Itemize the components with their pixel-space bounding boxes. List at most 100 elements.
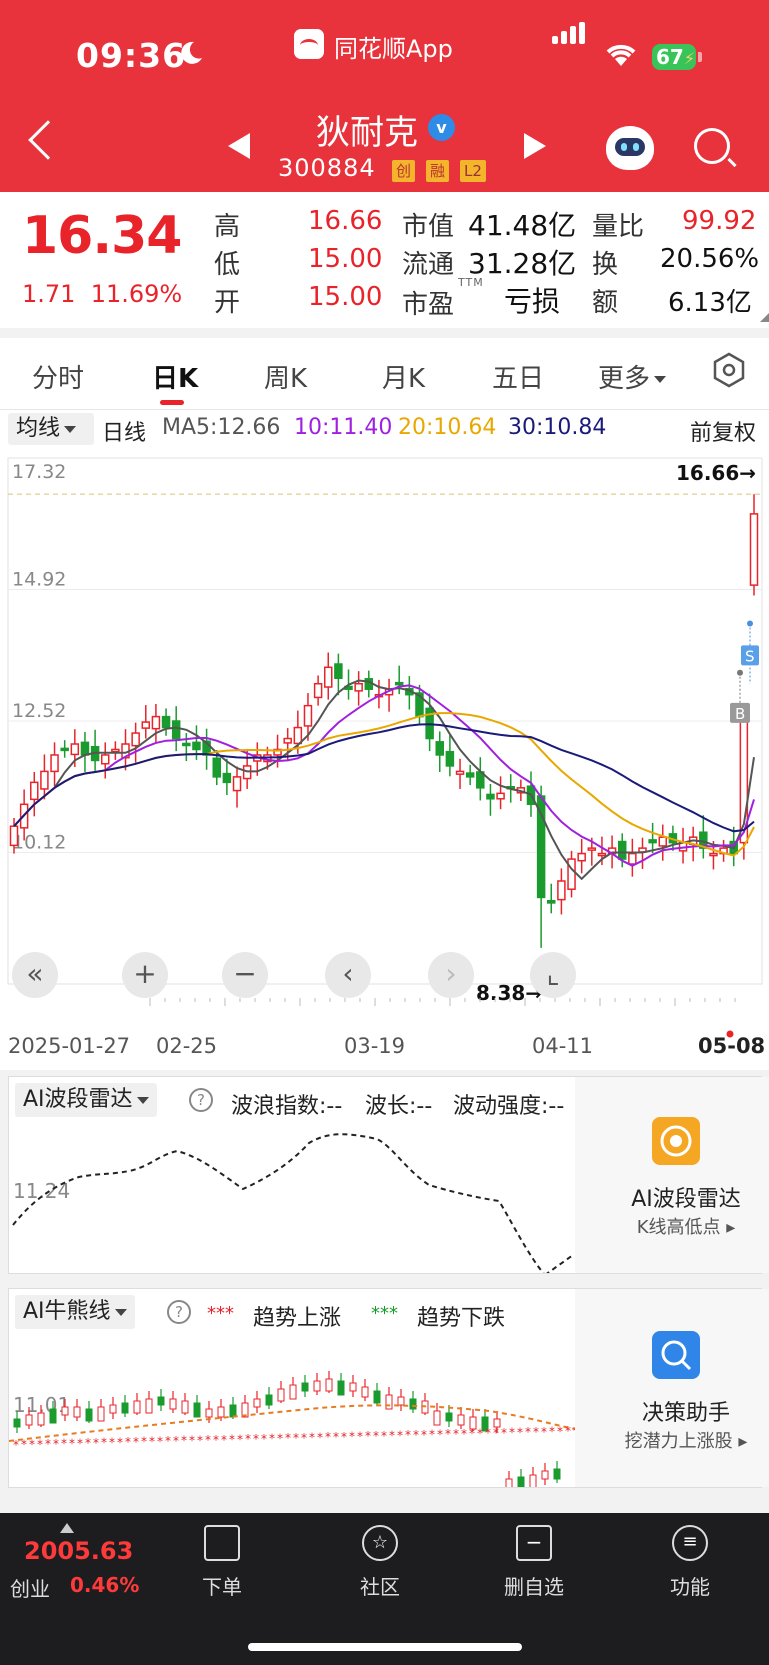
mini-candle-body xyxy=(121,1402,129,1414)
mini-candle-body xyxy=(313,1380,321,1392)
bull-bear-selector[interactable]: AI牛熊线 xyxy=(15,1295,135,1329)
candle-body xyxy=(182,742,191,747)
bull-star-marker: * xyxy=(149,1435,155,1449)
radar-promo-card[interactable]: AI波段雷达 K线高低点 ▸ xyxy=(575,1077,769,1273)
decision-promo-card[interactable]: 决策助手 挖潜力上涨股 ▸ xyxy=(575,1289,769,1487)
ma5-value: MA5:12.66 xyxy=(162,415,281,440)
tab-monthly-k[interactable]: 月K xyxy=(382,358,425,395)
mini-candle-body xyxy=(265,1394,273,1406)
y-tick-label: 10.12 xyxy=(12,832,66,854)
tab-intraday[interactable]: 分时 xyxy=(32,358,84,395)
mini-candle-body xyxy=(217,1406,225,1418)
kline-chart[interactable]: 均线 日线 MA5:12.66 10:11.40 20:10.64 30:10.… xyxy=(0,410,769,1070)
prev-stock-button[interactable] xyxy=(228,133,250,159)
bull-star-marker: * xyxy=(237,1432,243,1446)
candle-body xyxy=(455,770,465,775)
value-open: 15.00 xyxy=(308,282,383,312)
nav-functions[interactable]: ≡ 功能 xyxy=(630,1513,750,1613)
value-pe: 亏损 xyxy=(504,285,561,318)
scroll-right-button[interactable]: › xyxy=(428,952,474,998)
mini-candle-body xyxy=(409,1398,417,1410)
candle-body xyxy=(141,721,151,729)
index-pct: 0.46% xyxy=(70,1573,140,1597)
zoom-all-button[interactable]: « xyxy=(12,952,58,998)
moon-icon xyxy=(181,41,202,64)
mini-candle-body xyxy=(25,1414,33,1426)
star-icon: ☆ xyxy=(362,1525,398,1561)
candle-body xyxy=(547,899,556,904)
label-volratio: 量比 xyxy=(592,212,645,242)
label-low: 低 xyxy=(214,250,241,280)
mini-candle-body xyxy=(325,1378,333,1392)
chevron-down-icon xyxy=(114,1308,127,1316)
menu-icon: ≡ xyxy=(672,1525,708,1561)
mini-candle-body xyxy=(73,1406,81,1418)
battery-level: 67 xyxy=(656,45,684,69)
settings-hexagon-icon[interactable] xyxy=(711,352,747,388)
bull-star-marker: * xyxy=(405,1428,411,1442)
expand-corner-icon[interactable] xyxy=(760,313,769,322)
tab-daily-k[interactable]: 日K xyxy=(152,358,198,395)
bull-star-marker: * xyxy=(189,1434,195,1448)
candle-body xyxy=(60,747,69,752)
value-float: 31.28亿 xyxy=(468,247,577,280)
radar-selector-label: AI波段雷达 xyxy=(23,1087,133,1112)
wave-index: 波浪指数:-- xyxy=(231,1094,343,1119)
wifi-icon xyxy=(606,44,636,66)
radar-selector[interactable]: AI波段雷达 xyxy=(15,1083,157,1117)
document-icon xyxy=(204,1525,240,1561)
zoom-in-button[interactable]: + xyxy=(122,952,168,998)
tab-weekly-k[interactable]: 周K xyxy=(264,358,307,395)
ai-robot-icon[interactable] xyxy=(606,126,654,170)
candle-body xyxy=(80,741,90,756)
mini-candle-body xyxy=(505,1478,513,1487)
nav-functions-label: 功能 xyxy=(670,1575,710,1599)
tab-more[interactable]: 更多 xyxy=(598,358,667,395)
bull-star-marker: * xyxy=(45,1437,51,1451)
bull-star-marker: * xyxy=(221,1433,227,1447)
nav-community[interactable]: ☆ 社区 xyxy=(320,1513,440,1613)
candle-body xyxy=(577,852,586,862)
candle-body xyxy=(50,754,59,773)
zoom-out-button[interactable]: − xyxy=(222,952,268,998)
back-button[interactable] xyxy=(28,120,68,160)
sell-marker-dot xyxy=(747,620,753,627)
scroll-left-button[interactable]: ‹ xyxy=(325,952,371,998)
adjust-mode[interactable]: 前复权 xyxy=(690,415,756,447)
candle-body xyxy=(486,793,495,800)
candle-body xyxy=(435,741,445,756)
mini-candle-body xyxy=(397,1396,405,1406)
nav-remove-watchlist[interactable]: − 删自选 xyxy=(474,1513,594,1613)
battery-tip xyxy=(698,52,702,62)
next-stock-button[interactable] xyxy=(524,133,546,159)
mini-candle-body xyxy=(61,1406,69,1416)
chevron-down-icon xyxy=(64,425,77,433)
ttm-label: TTM xyxy=(458,276,484,289)
bull-star-marker: * xyxy=(205,1433,211,1447)
help-icon[interactable]: ? xyxy=(167,1300,191,1324)
mini-candle-body xyxy=(13,1418,21,1428)
mini-candle-body xyxy=(541,1470,549,1480)
buy-marker-dot xyxy=(737,669,743,676)
bull-star-marker: * xyxy=(213,1433,219,1447)
nav-order[interactable]: 下单 xyxy=(162,1513,282,1613)
fullscreen-button[interactable]: ⌞ xyxy=(530,952,576,998)
help-icon[interactable]: ? xyxy=(189,1088,213,1112)
index-value[interactable]: 2005.63 xyxy=(24,1537,133,1565)
bull-star-marker: * xyxy=(549,1425,555,1439)
mini-candle-body xyxy=(349,1382,357,1392)
search-icon[interactable] xyxy=(694,128,730,164)
status-app-name: 同花顺App xyxy=(334,35,453,63)
bull-star-marker: * xyxy=(93,1436,99,1450)
wave-strength: 波动强度:-- xyxy=(453,1094,565,1119)
candle-body xyxy=(303,704,313,727)
label-turnover: 换 xyxy=(592,250,619,280)
candle-body xyxy=(100,754,110,765)
buy-marker-label: B xyxy=(735,705,745,723)
bull-star-marker: * xyxy=(493,1426,499,1440)
tab-five-day[interactable]: 五日 xyxy=(492,358,544,395)
ma-selector[interactable]: 均线 xyxy=(8,413,94,445)
mini-candle-body xyxy=(373,1390,381,1404)
bull-star-marker: * xyxy=(309,1431,315,1445)
candle-body xyxy=(496,792,505,800)
